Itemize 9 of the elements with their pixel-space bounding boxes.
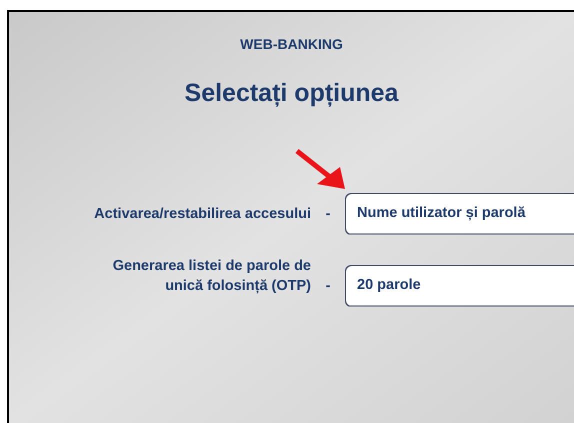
option-label: Activarea/restabilirea accesului [93,204,311,224]
option-label: Generarea listei de parole de unică folosință (OTP) [112,256,311,296]
screen-title: WEB-BANKING [240,35,343,54]
pointer-arrow [295,148,347,190]
dash-separator: - [324,276,332,296]
dash-separator: - [324,204,332,224]
option-button[interactable]: Nume utilizator și parolă [345,192,574,234]
screen-heading: Selectați opțiunea [184,78,398,109]
option-button[interactable]: 20 parole [345,264,574,306]
